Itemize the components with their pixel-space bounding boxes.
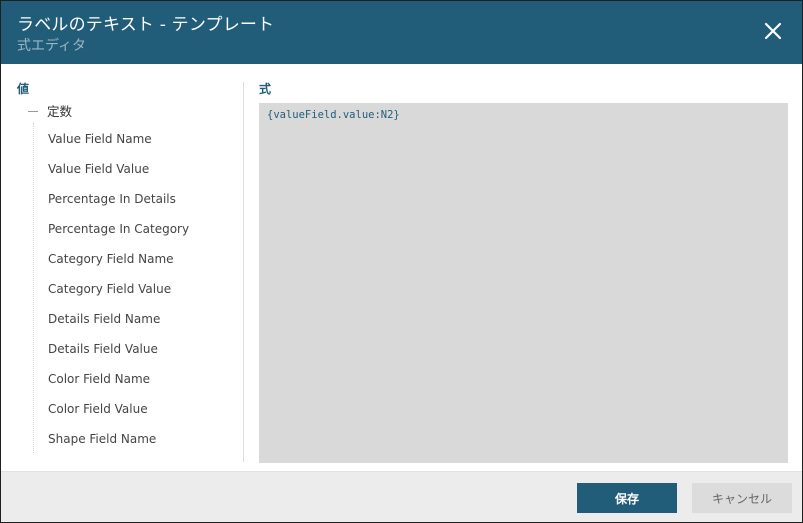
expression-heading: 式 [259, 82, 272, 96]
dialog-title: ラベルのテキスト - テンプレート [17, 15, 275, 35]
constants-list: Value Field Name Value Field Value Perce… [48, 131, 189, 461]
tree-node-label: 定数 [47, 104, 73, 119]
collapse-icon[interactable] [28, 111, 38, 112]
expression-editor[interactable]: {valueField.value:N2} [259, 103, 788, 463]
tree-item-shape-field-name[interactable]: Shape Field Name [48, 431, 189, 461]
tree-item-color-field-name[interactable]: Color Field Name [48, 371, 189, 401]
tree-item-category-field-name[interactable]: Category Field Name [48, 251, 189, 281]
tree-item-percentage-in-details[interactable]: Percentage In Details [48, 191, 189, 221]
values-panel: 値 定数 Value Field Name Value Field Value … [1, 64, 244, 470]
save-button[interactable]: 保存 [577, 483, 677, 513]
tree-item-color-field-value[interactable]: Color Field Value [48, 401, 189, 431]
dialog-header: ラベルのテキスト - テンプレート 式エディタ [1, 1, 802, 64]
expression-editor-dialog: ラベルのテキスト - テンプレート 式エディタ 値 定数 Value Field… [0, 0, 803, 523]
close-button[interactable] [761, 19, 785, 43]
tree-item-category-field-value[interactable]: Category Field Value [48, 281, 189, 311]
dialog-footer: 保存 キャンセル [1, 471, 802, 522]
tree-item-percentage-in-category[interactable]: Percentage In Category [48, 221, 189, 251]
tree-node-constants[interactable]: 定数 [28, 101, 72, 120]
close-icon [764, 22, 782, 40]
dialog-subtitle: 式エディタ [17, 38, 87, 54]
cancel-button[interactable]: キャンセル [692, 483, 792, 513]
panel-divider [243, 82, 244, 462]
tree-item-value-field-value[interactable]: Value Field Value [48, 161, 189, 191]
tree-item-details-field-value[interactable]: Details Field Value [48, 341, 189, 371]
values-heading: 値 [17, 82, 30, 96]
tree-item-value-field-name[interactable]: Value Field Name [48, 131, 189, 161]
tree-guide-line [33, 123, 34, 453]
tree-item-details-field-name[interactable]: Details Field Name [48, 311, 189, 341]
